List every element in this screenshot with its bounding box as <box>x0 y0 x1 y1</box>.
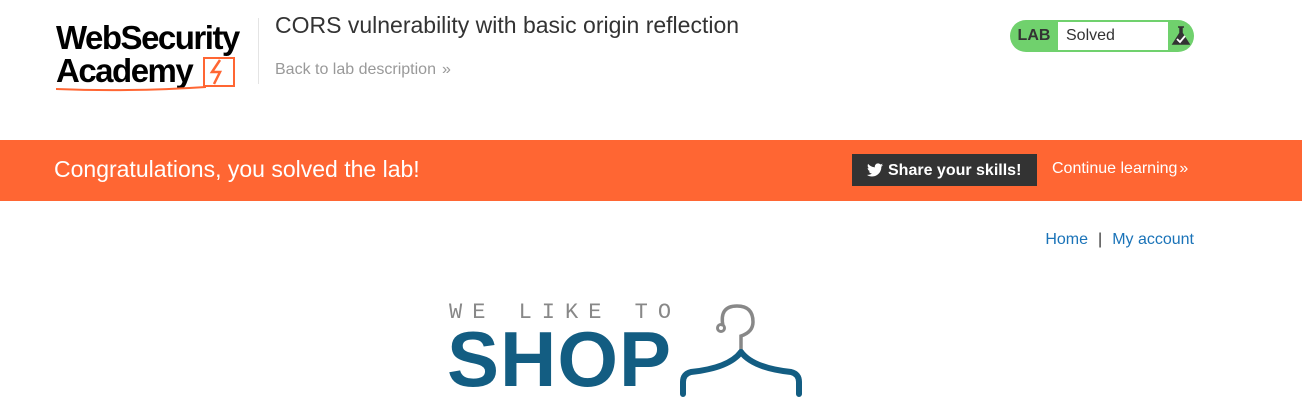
shop-word: SHOP <box>447 315 673 403</box>
lab-status-value: Solved <box>1058 22 1168 50</box>
back-to-lab-description-link[interactable]: Back to lab description » <box>275 61 451 79</box>
shop-logo: WE LIKE TO SHOP <box>447 298 807 408</box>
twitter-icon <box>867 163 883 177</box>
lightning-bolt-icon <box>203 57 235 87</box>
share-button-label: Share your skills! <box>888 162 1022 179</box>
logo-text-line1: WebSecurity <box>56 19 240 56</box>
continue-learning-link[interactable]: Continue learning» <box>1052 160 1188 178</box>
logo-text-line2: Academy <box>56 52 194 89</box>
congratulations-message: Congratulations, you solved the lab! <box>54 156 420 182</box>
solved-banner: Congratulations, you solved the lab! Sha… <box>0 140 1302 201</box>
logo-underline-icon <box>56 86 206 92</box>
lab-status-label: LAB <box>1017 27 1051 44</box>
back-link-label: Back to lab description <box>275 61 436 78</box>
chevron-right-icon: » <box>1179 160 1189 177</box>
lab-header: WebSecurity Academy CORS vulnerability w… <box>0 0 1302 140</box>
nav-separator: | <box>1098 231 1103 248</box>
lab-status-widget: LAB Solved <box>1010 20 1194 52</box>
share-skills-button[interactable]: Share your skills! <box>852 154 1037 186</box>
flask-icon <box>1171 26 1191 45</box>
chevron-right-icon: » <box>441 61 451 78</box>
my-account-link[interactable]: My account <box>1112 231 1194 248</box>
home-link[interactable]: Home <box>1045 231 1088 248</box>
header-divider <box>258 18 259 84</box>
lab-title: CORS vulnerability with basic origin ref… <box>275 12 740 38</box>
websecurity-academy-logo[interactable]: WebSecurity Academy <box>56 18 246 92</box>
top-nav-links: Home | My account <box>1045 231 1194 249</box>
continue-learning-label: Continue learning <box>1052 160 1178 177</box>
hanger-icon <box>680 304 802 397</box>
